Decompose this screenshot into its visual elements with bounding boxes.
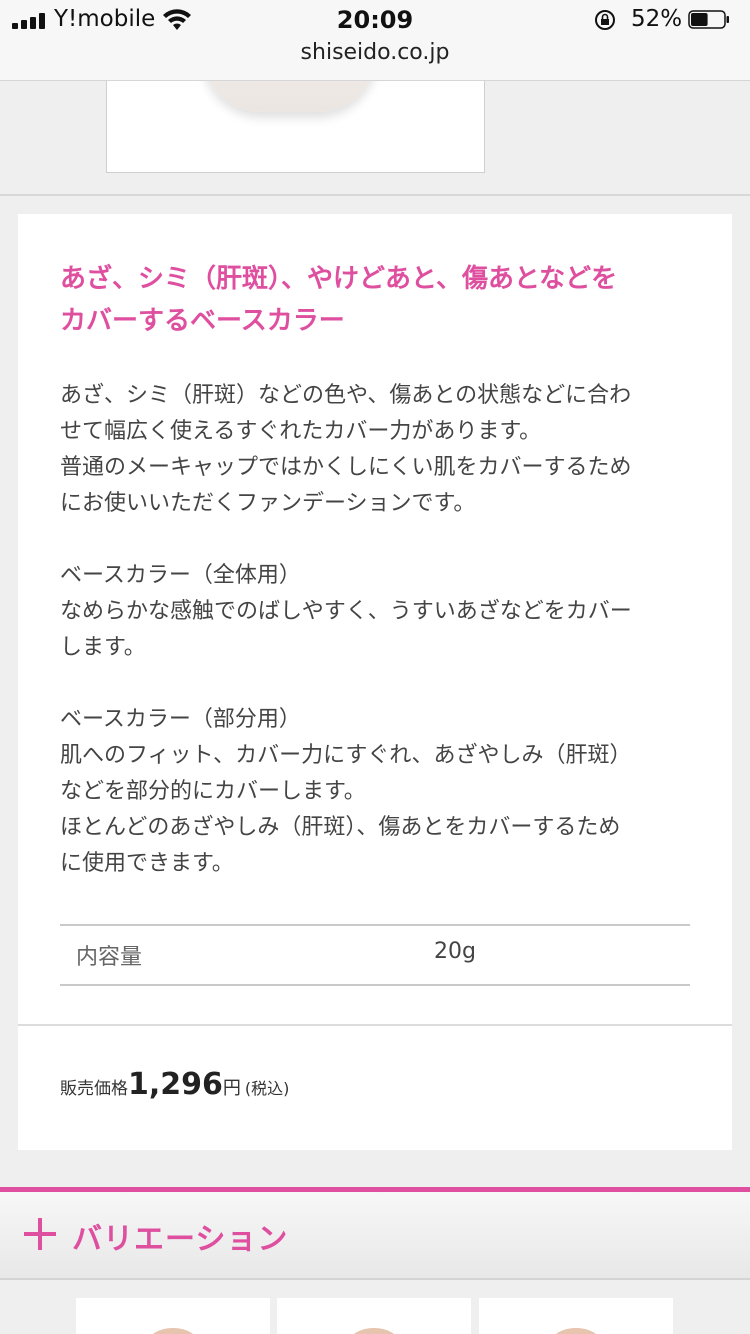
description-line: 肌へのフィット、カバー力にすぐれ、あざやしみ（肝斑） bbox=[60, 743, 632, 768]
price-block: 販売価格1,296円 (税込) bbox=[60, 1067, 289, 1102]
status-bar: Y!mobile 20:09 52% bbox=[0, 0, 750, 42]
headline-line: あざ、シミ（肝斑）、やけどあと、傷あとなどを bbox=[60, 264, 618, 294]
description-paragraph: あざ、シミ（肝斑）などの色や、傷あとの状態などに合わ せて幅広く使えるすぐれたカ… bbox=[60, 378, 700, 522]
spec-table-row: 内容量 20g bbox=[60, 924, 690, 986]
spec-value: 20g bbox=[434, 939, 476, 964]
description-line: せて幅広く使えるすぐれたカバー力があります。 bbox=[60, 419, 542, 444]
address-bar-url[interactable]: shiseido.co.jp bbox=[0, 40, 750, 65]
description-line: に使用できます。 bbox=[60, 851, 234, 876]
color-swatch bbox=[551, 1328, 601, 1334]
description-line: します。 bbox=[60, 635, 146, 660]
description-line: にお使いいただくファンデーションです。 bbox=[60, 491, 476, 516]
price-label: 販売価格 bbox=[60, 1079, 128, 1099]
description-line: あざ、シミ（肝斑）などの色や、傷あとの状態などに合わ bbox=[60, 383, 632, 408]
description-line: ベースカラー（部分用） bbox=[60, 707, 301, 732]
battery-percentage: 52% bbox=[631, 6, 683, 32]
description-line: などを部分的にカバーします。 bbox=[60, 779, 366, 804]
base-color-overall-paragraph: ベースカラー（全体用） なめらかな感触でのばしやすく、うすいあざなどをカバー し… bbox=[60, 558, 700, 666]
variation-title: バリエーション bbox=[72, 1222, 289, 1257]
variation-thumbnail[interactable] bbox=[479, 1298, 673, 1334]
description-line: ほとんどのあざやしみ（肝斑）、傷あとをカバーするため bbox=[60, 815, 621, 840]
variation-thumbnail[interactable] bbox=[76, 1298, 270, 1334]
variation-thumbnail[interactable] bbox=[277, 1298, 471, 1334]
description-line: 普通のメーキャップではかくしにくい肌をカバーするため bbox=[60, 455, 632, 480]
spec-label: 内容量 bbox=[76, 945, 143, 970]
section-divider bbox=[0, 194, 750, 196]
browser-top-bar: Y!mobile 20:09 52% shiseido.co.jp bbox=[0, 0, 750, 81]
headline-line: カバーするベースカラー bbox=[60, 306, 345, 336]
rotation-lock-icon bbox=[595, 10, 615, 30]
plus-icon bbox=[24, 1218, 56, 1250]
product-description-card: あざ、シミ（肝斑）、やけどあと、傷あとなどを カバーするベースカラー あざ、シミ… bbox=[18, 214, 732, 1150]
description-line: ベースカラー（全体用） bbox=[60, 563, 301, 588]
price-amount: 1,296 bbox=[128, 1067, 223, 1102]
color-swatch bbox=[148, 1328, 198, 1334]
card-divider bbox=[18, 1024, 732, 1026]
tax-note: (税込) bbox=[244, 1079, 290, 1098]
description-line: なめらかな感触でのばしやすく、うすいあざなどをカバー bbox=[60, 599, 632, 624]
color-swatch bbox=[349, 1328, 399, 1334]
product-headline: あざ、シミ（肝斑）、やけどあと、傷あとなどを カバーするベースカラー bbox=[60, 258, 700, 342]
variation-section-header[interactable]: バリエーション bbox=[0, 1192, 750, 1280]
base-color-partial-paragraph: ベースカラー（部分用） 肌へのフィット、カバー力にすぐれ、あざやしみ（肝斑） な… bbox=[60, 702, 700, 882]
price-currency: 円 bbox=[222, 1078, 241, 1099]
variation-thumbnails bbox=[0, 1298, 750, 1334]
battery-icon bbox=[688, 10, 729, 29]
